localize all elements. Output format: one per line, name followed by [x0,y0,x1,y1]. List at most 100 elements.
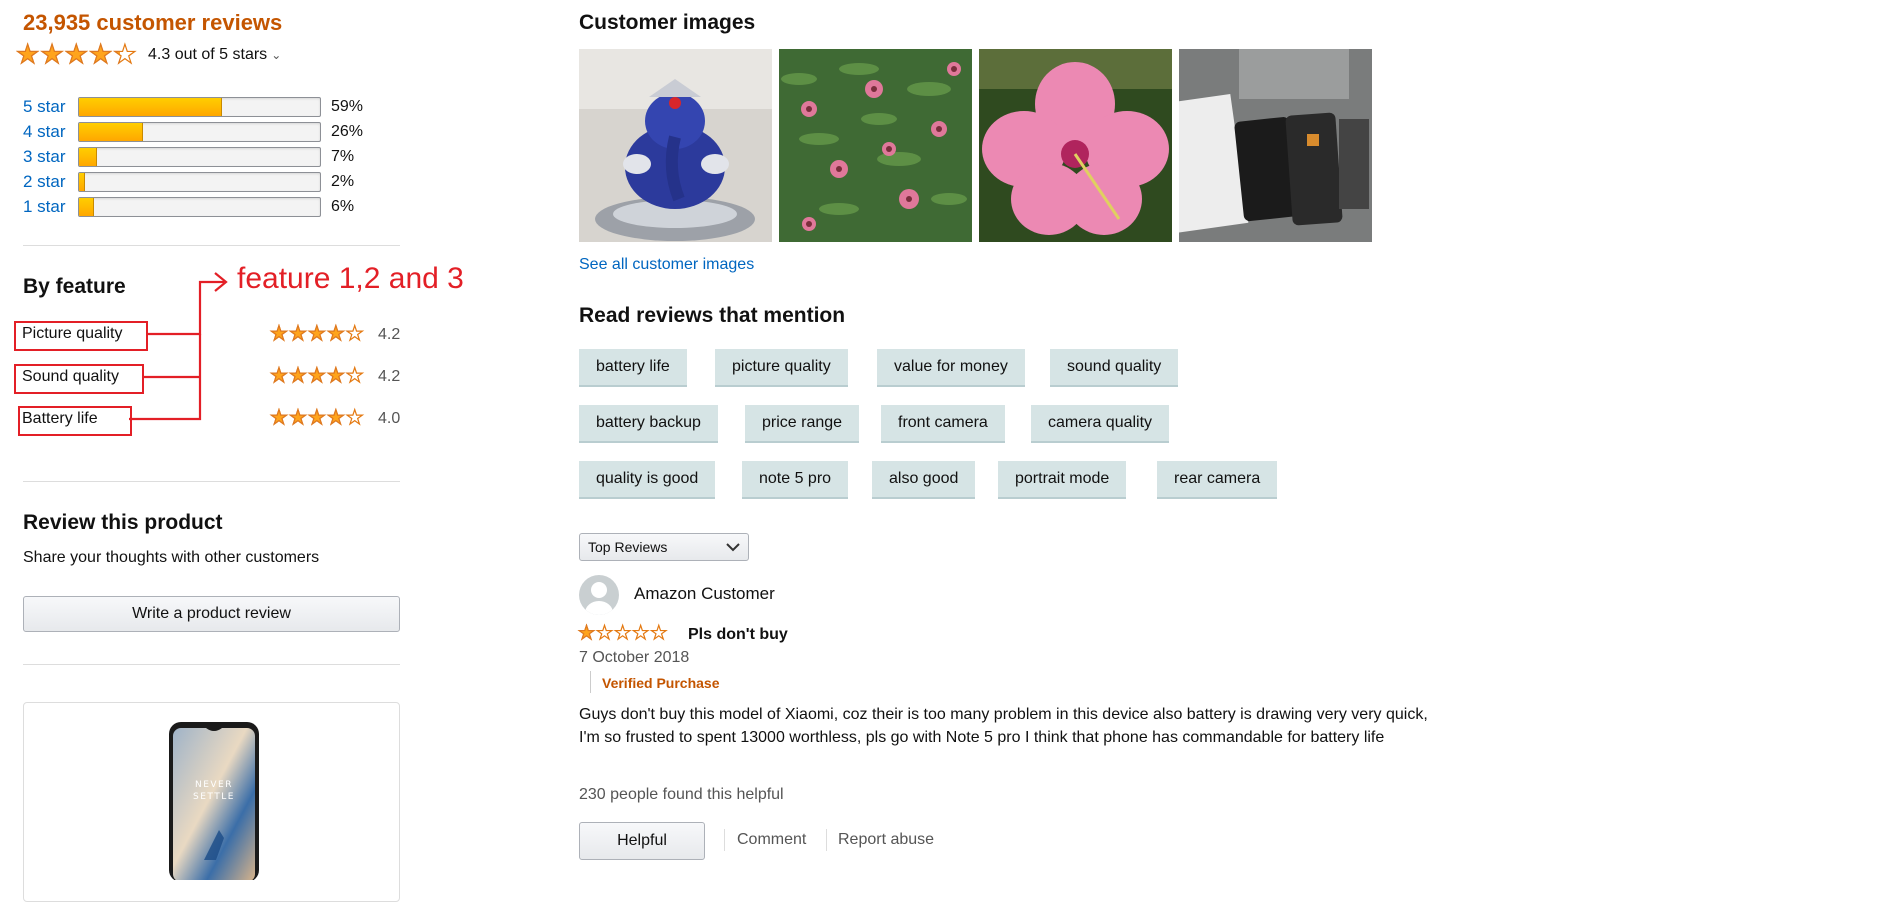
feature-rating-value: 4.2 [378,326,401,343]
histogram-fill [79,173,85,191]
star-icon: ★★ [613,623,632,644]
annotation-text: feature 1,2 and 3 [237,262,464,295]
helpful-button[interactable]: Helpful [579,822,705,860]
product-card[interactable]: NEVER SETTLE [23,702,400,902]
divider [826,829,827,851]
star-icon: ★★ [113,39,138,69]
star-icon: ★★ [307,323,326,345]
histogram-bar[interactable] [78,122,321,142]
overall-star-rating[interactable]: ★★★★★★★★★★ [15,39,138,69]
mention-chip-quality-is-good[interactable]: quality is good [579,461,716,499]
feature-label-battery-life: Battery life [22,410,98,427]
feature-rating-value: 4.2 [378,368,401,385]
feature-stars: ★★★★★★★★★★ [269,323,364,345]
mention-chip-note-5-pro[interactable]: note 5 pro [742,461,849,499]
sort-reviews-select[interactable]: Top Reviews [579,533,749,561]
review-date: 7 October 2018 [579,649,690,666]
mention-chip-camera-quality[interactable]: camera quality [1031,405,1170,443]
feature-label-sound-quality: Sound quality [22,368,119,385]
reviewer-name[interactable]: Amazon Customer [634,584,775,604]
review-body: Guys don't buy this model of Xiaomi, coz… [579,706,1428,746]
review-this-product-title: Review this product [23,511,223,534]
review-star-rating[interactable]: ★★★★★★★★★★ [577,623,667,644]
star-icon: ★★ [64,39,89,69]
star-icon: ★★ [269,365,288,387]
customer-image-3[interactable] [979,49,1172,242]
mention-chip-battery-backup[interactable]: battery backup [579,405,718,443]
histogram-percent: 2% [331,173,355,190]
customer-image-1-graphic [579,49,772,242]
star-icon: ★★ [345,407,364,429]
overall-rating-dropdown[interactable]: 4.3 out of 5 stars ⌄ [148,46,281,64]
phone-image[interactable]: NEVER SETTLE [164,720,264,880]
histogram-fill [79,123,143,141]
feature-stars: ★★★★★★★★★★ [269,407,364,429]
user-icon [585,582,613,615]
comment-link[interactable]: Comment [737,831,806,849]
avatar [579,575,619,615]
histogram-row-5-star[interactable]: 5 star 59% [23,96,371,118]
histogram-percent: 7% [331,148,355,165]
star-icon: ★★ [577,623,596,644]
mention-chip-rear-camera[interactable]: rear camera [1157,461,1278,499]
star-icon: ★★ [345,323,364,345]
report-abuse-link[interactable]: Report abuse [838,831,934,849]
histogram-bar[interactable] [78,172,321,192]
customer-image-4[interactable] [1179,49,1372,242]
star-icon: ★★ [345,365,364,387]
star-icon: ★★ [269,407,288,429]
histogram-label[interactable]: 2 star [23,172,78,192]
feature-rating-value: 4.0 [378,410,401,427]
annotation-line [146,280,224,336]
histogram-bar[interactable] [78,147,321,167]
customer-image-1[interactable] [579,49,772,242]
star-icon: ★★ [40,39,65,69]
feature-stars: ★★★★★★★★★★ [269,365,364,387]
customer-image-2[interactable] [779,49,972,242]
mention-chip-battery-life[interactable]: battery life [579,349,687,387]
mention-chip-picture-quality[interactable]: picture quality [715,349,848,387]
divider [590,671,591,693]
histogram-label[interactable]: 1 star [23,197,78,217]
customer-image-2-graphic [779,49,972,242]
star-icon: ★★ [288,407,307,429]
mention-chip-also-good[interactable]: also good [872,461,976,499]
histogram-bar[interactable] [78,197,321,217]
mention-chip-value-for-money[interactable]: value for money [877,349,1025,387]
star-icon: ★★ [326,407,345,429]
histogram-row-4-star[interactable]: 4 star 26% [23,121,371,143]
star-icon: ★★ [632,623,650,644]
star-icon: ★★ [307,407,326,429]
mention-chip-portrait-mode[interactable]: portrait mode [998,461,1127,499]
mention-chip-price-range[interactable]: price range [745,405,860,443]
histogram-bar[interactable] [78,97,321,117]
sort-selected-value: Top Reviews [588,539,668,555]
star-icon: ★★ [88,39,113,69]
helpful-count: 230 people found this helpful [579,786,784,803]
see-all-images-link[interactable]: See all customer images [579,256,754,274]
histogram-row-2-star[interactable]: 2 star 2% [23,171,371,193]
divider [724,829,725,851]
mention-chip-sound-quality[interactable]: sound quality [1050,349,1179,387]
chevron-down-icon: ⌄ [271,48,282,62]
star-icon: ★★ [288,365,307,387]
verified-purchase-badge: Verified Purchase [602,675,720,691]
histogram-row-1-star[interactable]: 1 star 6% [23,196,371,218]
mention-chip-front-camera[interactable]: front camera [881,405,1005,443]
feature-label-picture-quality: Picture quality [22,325,123,342]
divider [23,664,400,665]
histogram-fill [79,98,223,116]
divider [23,245,400,246]
write-review-button[interactable]: Write a product review [23,596,400,632]
histogram-label[interactable]: 4 star [23,122,78,142]
histogram-percent: 59% [331,98,364,115]
histogram-label[interactable]: 3 star [23,147,78,167]
customer-reviews-count: 23,935 customer reviews [23,10,283,35]
histogram-label[interactable]: 5 star [23,97,78,117]
histogram-row-3-star[interactable]: 3 star 7% [23,146,371,168]
histogram-fill [79,198,95,216]
star-icon: ★★ [307,365,326,387]
histogram-percent: 6% [331,198,355,215]
star-icon: ★★ [288,323,307,345]
review-title[interactable]: Pls don't buy [688,626,788,644]
